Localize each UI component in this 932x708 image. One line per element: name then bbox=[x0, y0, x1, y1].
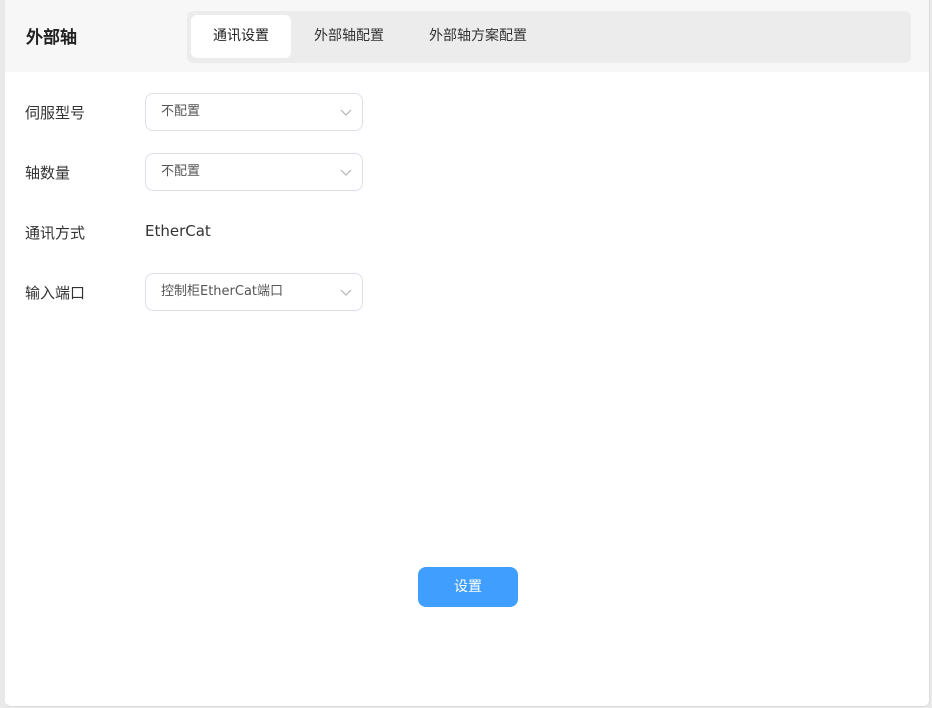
axis-count-select-value: 不配置 bbox=[161, 164, 201, 179]
settings-window: 外部轴 通讯设置 外部轴配置 外部轴方案配置 伺服型号 不配置 轴数量 不配置 … bbox=[5, 0, 930, 707]
tab-external-axis-config[interactable]: 外部轴配置 bbox=[299, 15, 399, 58]
chevron-down-icon bbox=[340, 289, 352, 296]
servo-model-select[interactable]: 不配置 bbox=[145, 93, 363, 131]
axis-count-label: 轴数量 bbox=[25, 164, 71, 182]
tab-communication-settings[interactable]: 通讯设置 bbox=[191, 15, 291, 58]
comm-method-value: EtherCat bbox=[145, 222, 211, 240]
axis-count-select[interactable]: 不配置 bbox=[145, 153, 363, 191]
input-port-label: 输入端口 bbox=[25, 284, 86, 302]
page-title: 外部轴 bbox=[26, 28, 77, 48]
page-header: 外部轴 通讯设置 外部轴配置 外部轴方案配置 bbox=[5, 0, 929, 72]
tab-bar: 通讯设置 外部轴配置 外部轴方案配置 bbox=[187, 11, 911, 63]
chevron-down-icon bbox=[340, 109, 352, 116]
comm-method-label: 通讯方式 bbox=[25, 224, 86, 242]
servo-model-select-value: 不配置 bbox=[161, 104, 201, 119]
input-port-select[interactable]: 控制柜EtherCat端口 bbox=[145, 273, 363, 311]
chevron-down-icon bbox=[340, 169, 352, 176]
tab-external-axis-scheme-config[interactable]: 外部轴方案配置 bbox=[413, 15, 543, 58]
input-port-select-value: 控制柜EtherCat端口 bbox=[161, 284, 284, 299]
servo-model-label: 伺服型号 bbox=[25, 104, 86, 122]
set-button[interactable]: 设置 bbox=[418, 567, 518, 607]
